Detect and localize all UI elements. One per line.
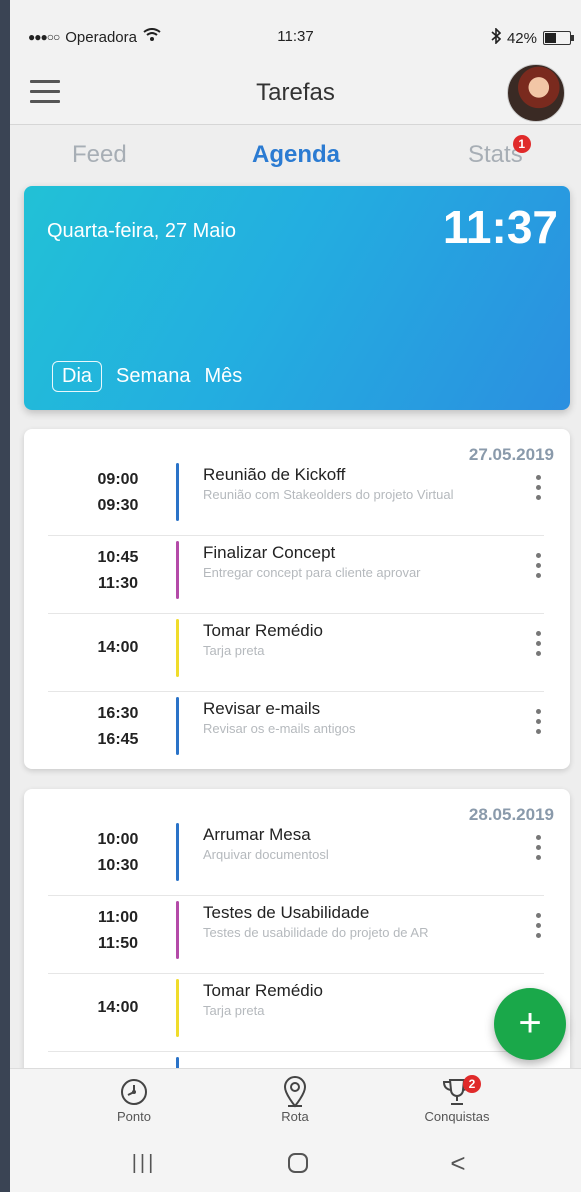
task-title: Finalizar Concept [203,543,336,562]
location-pin-icon [235,1075,355,1109]
bottom-nav: Ponto Rota 2 Conquistas [10,1068,581,1137]
period-selector: Dia Semana Mês [52,361,242,392]
task-times: 14:00 [88,639,148,657]
stats-badge: 1 [512,135,531,153]
recents-icon: ||| [131,1151,157,1174]
task-end: 11:30 [97,575,139,592]
battery-percent: 42% [506,29,537,47]
day-card: 28.05.2019 10:00 10:30 Arrumar Mesa Arqu… [24,789,570,1089]
task-subtitle: Testes de usabilidade do projeto de AR [203,925,429,940]
task-color-bar [176,823,179,881]
period-day[interactable]: Dia [52,361,103,392]
task-times: 16:30 16:45 [88,705,148,749]
clock-icon [74,1075,194,1109]
recents-button[interactable]: ||| [124,1148,164,1178]
nav-ponto-label: Ponto [117,1109,151,1124]
task-title: Revisar e-mails [203,699,321,718]
task-times: 11:00 11:50 [88,909,148,953]
more-options-icon[interactable] [532,631,544,665]
status-right: 42% [491,27,574,48]
task-start: 16:30 [97,705,139,722]
task-item[interactable]: 14:00 Tomar Remédio Tarja preta [48,973,544,1052]
nav-ponto[interactable]: Ponto [74,1075,194,1124]
add-task-button[interactable]: + [494,988,566,1060]
more-options-icon[interactable] [532,553,544,587]
task-subtitle: Reunião com Stakeolders do projeto Virtu… [203,487,454,502]
current-time: 11:37 [442,201,558,253]
task-start: 10:00 [97,831,139,848]
home-button[interactable] [278,1148,318,1178]
tab-feed[interactable]: Feed [72,141,127,169]
tab-stats[interactable]: Stats 1 [468,135,531,169]
task-item[interactable]: 10:45 11:30 Finalizar Concept Entregar c… [48,535,544,614]
task-start: 09:00 [97,471,139,488]
task-end: 10:30 [97,857,139,874]
task-start: 14:00 [97,999,139,1016]
task-item[interactable]: 11:00 11:50 Testes de Usabilidade Testes… [48,895,544,974]
task-title: Tomar Remédio [203,981,323,1000]
status-bar: ●●●○○ Operadora 11:37 42% [10,0,581,62]
task-times: 14:00 [88,999,148,1017]
task-subtitle: Arquivar documentosl [203,847,329,862]
more-options-icon[interactable] [532,835,544,869]
task-end: 09:30 [97,497,139,514]
current-date: Quarta-feira, 27 Maio [47,220,236,242]
task-subtitle: Tarja preta [203,643,265,658]
period-month[interactable]: Mês [205,362,243,391]
task-start: 14:00 [97,639,139,656]
nav-conquistas-label: Conquistas [424,1109,490,1124]
task-color-bar [176,979,179,1037]
task-color-bar [176,619,179,677]
task-color-bar [176,541,179,599]
phone-screen: ●●●○○ Operadora 11:37 42% Tarefas Feed A… [10,0,581,1192]
task-end: 16:45 [97,731,139,748]
nav-rota[interactable]: Rota [235,1075,355,1124]
more-options-icon[interactable] [532,709,544,743]
task-start: 10:45 [97,549,139,566]
task-item[interactable]: 14:00 Tomar Remédio Tarja preta [48,613,544,692]
system-nav-bar: ||| < [10,1136,581,1192]
avatar[interactable] [507,64,565,122]
task-end: 11:50 [97,935,139,952]
more-options-icon[interactable] [532,475,544,509]
task-item[interactable]: 10:00 10:30 Arrumar Mesa Arquivar docume… [48,817,544,896]
task-color-bar [176,901,179,959]
task-subtitle: Tarja preta [203,1003,265,1018]
nav-rota-label: Rota [281,1109,309,1124]
task-subtitle: Revisar os e-mails antigos [203,721,356,736]
task-title: Reunião de Kickoff [203,465,346,484]
battery-icon [543,31,574,45]
task-subtitle: Entregar concept para cliente aprovar [203,565,421,580]
back-icon: < [450,1147,466,1178]
task-item[interactable]: 09:00 09:30 Reunião de Kickoff Reunião c… [48,457,544,536]
nav-conquistas[interactable]: 2 Conquistas [397,1075,517,1124]
conquistas-badge: 2 [463,1075,481,1093]
tab-bar: Feed Agenda Stats 1 [10,125,581,183]
task-times: 10:00 10:30 [88,831,148,875]
task-color-bar [176,463,179,521]
period-week[interactable]: Semana [116,362,191,391]
bluetooth-icon [491,27,502,48]
back-button[interactable]: < [438,1148,478,1178]
page-title: Tarefas [256,79,335,106]
task-times: 09:00 09:30 [88,471,148,515]
task-item[interactable]: 16:30 16:45 Revisar e-mails Revisar os e… [48,691,544,769]
day-card: 27.05.2019 09:00 09:30 Reunião de Kickof… [24,429,570,769]
task-start: 11:00 [97,909,139,926]
tab-agenda[interactable]: Agenda [252,141,340,169]
home-icon [288,1153,308,1173]
more-options-icon[interactable] [532,913,544,947]
task-title: Arrumar Mesa [203,825,311,844]
task-title: Tomar Remédio [203,621,323,640]
task-times: 10:45 11:30 [88,549,148,593]
date-header-card: Quarta-feira, 27 Maio 11:37 Dia Semana M… [24,186,570,410]
task-color-bar [176,697,179,755]
trophy-icon: 2 [397,1075,517,1109]
task-title: Testes de Usabilidade [203,903,370,922]
app-bar: Tarefas [10,62,581,125]
battery-fill [545,33,556,43]
